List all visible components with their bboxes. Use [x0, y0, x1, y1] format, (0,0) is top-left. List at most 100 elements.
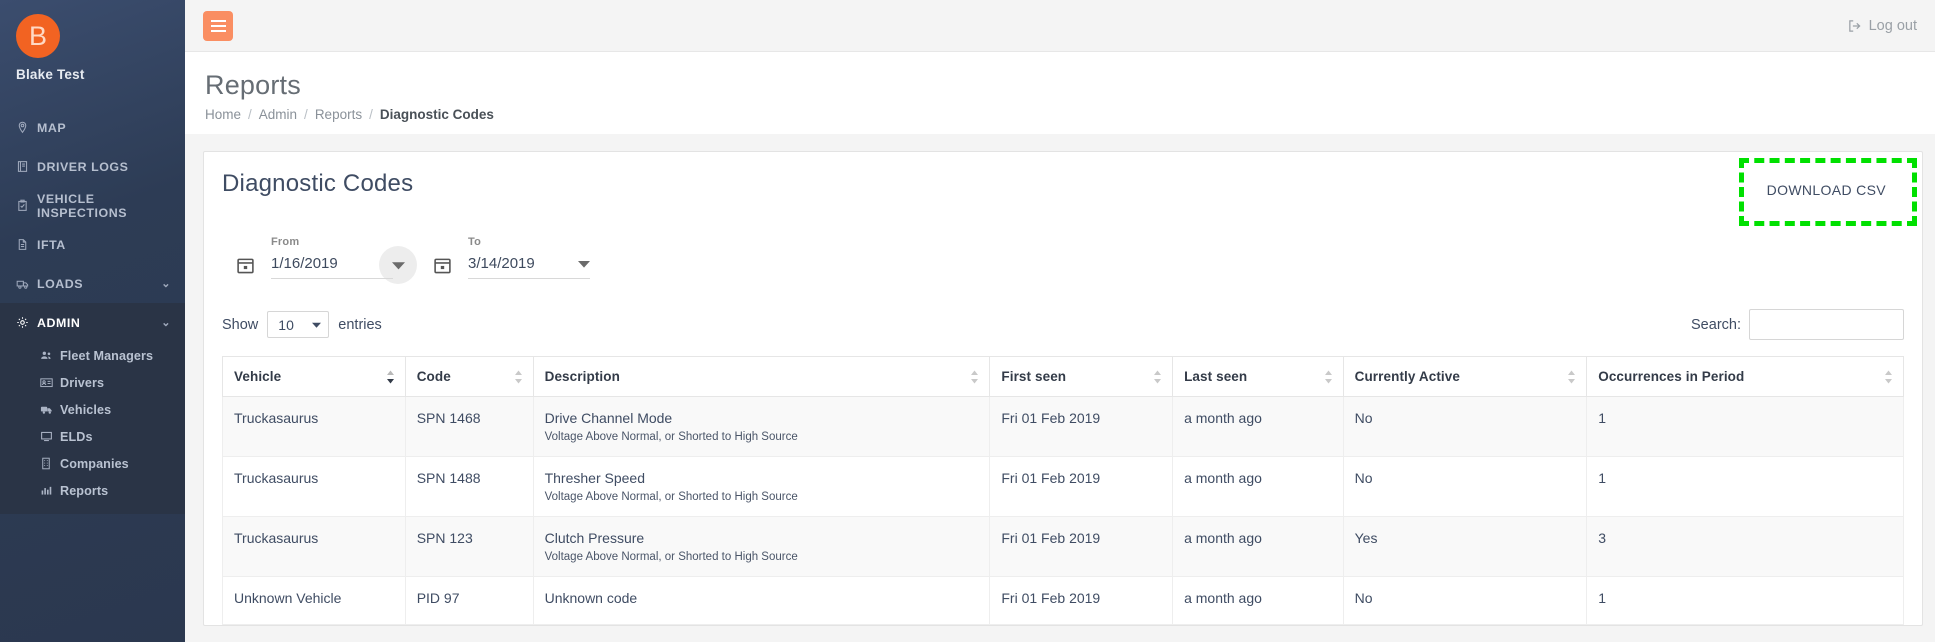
- column-label: Last seen: [1184, 369, 1248, 384]
- main-area: Log out Reports Home / Admin / Reports /…: [185, 0, 1935, 642]
- user-name: Blake Test: [16, 67, 85, 82]
- column-label: Currently Active: [1354, 369, 1460, 384]
- date-to-field: To 3/14/2019: [468, 236, 590, 279]
- column-header-occurrences[interactable]: Occurrences in Period: [1586, 356, 1904, 397]
- sidebar-item-driver-logs[interactable]: DRIVER LOGS: [0, 147, 185, 186]
- sidebar-subitem-label: Vehicles: [60, 402, 112, 417]
- chevron-down-icon[interactable]: ⌄: [161, 316, 171, 329]
- sidebar-item-ifta[interactable]: IFTA: [0, 225, 185, 264]
- chevron-down-icon[interactable]: [578, 260, 590, 268]
- cell-vehicle: Truckasaurus: [222, 396, 406, 457]
- id-card-icon: [40, 376, 60, 389]
- page-size-select[interactable]: 10: [267, 311, 330, 338]
- sidebar-item-vehicles[interactable]: Vehicles: [0, 396, 185, 423]
- sidebar-item-map[interactable]: MAP: [0, 108, 185, 147]
- sort-icon: [1324, 370, 1333, 384]
- sidebar-subitem-label: Fleet Managers: [60, 348, 154, 363]
- column-label: Code: [416, 369, 451, 384]
- sidebar-item-fleet-managers[interactable]: Fleet Managers: [0, 342, 185, 369]
- column-header-description[interactable]: Description: [532, 356, 991, 397]
- card-title: Diagnostic Codes: [222, 170, 414, 197]
- table-row[interactable]: Truckasaurus SPN 123 Clutch Pressure Vol…: [222, 516, 1904, 577]
- cell-code: SPN 1468: [404, 396, 534, 457]
- description-title: Thresher Speed: [544, 470, 645, 486]
- sidebar-item-label: MAP: [37, 120, 67, 135]
- cell-occurrences: 1: [1586, 396, 1904, 457]
- breadcrumb: Home / Admin / Reports / Diagnostic Code…: [205, 107, 1935, 122]
- cell-first-seen: Fri 01 Feb 2019: [989, 396, 1174, 457]
- table-row[interactable]: Unknown Vehicle PID 97 Unknown code Fri …: [222, 576, 1904, 625]
- chevron-down-icon[interactable]: ⌄: [161, 277, 171, 290]
- diagnostic-codes-table: Vehicle Code Description First seen Last…: [222, 356, 1904, 625]
- cell-vehicle: Unknown Vehicle: [222, 576, 406, 625]
- cell-occurrences: 1: [1586, 456, 1904, 517]
- date-to-label: To: [468, 236, 482, 248]
- sort-icon: [1884, 370, 1893, 384]
- cell-description: Drive Channel Mode Voltage Above Normal,…: [532, 396, 991, 457]
- breadcrumb-item-home[interactable]: Home: [205, 107, 241, 122]
- sidebar-item-reports[interactable]: Reports: [0, 477, 185, 504]
- cell-last-seen: a month ago: [1172, 396, 1344, 457]
- cell-code: PID 97: [404, 576, 534, 625]
- column-header-first-seen[interactable]: First seen: [989, 356, 1174, 397]
- diagnostic-codes-card: Diagnostic Codes DOWNLOAD CSV From 1/16/…: [203, 151, 1923, 626]
- sidebar: B Blake Test MAP DRIVER LOGS VEHICLE INS…: [0, 0, 185, 642]
- cell-currently-active: No: [1342, 396, 1588, 457]
- breadcrumb-item-current: Diagnostic Codes: [379, 107, 494, 122]
- card-header: Diagnostic Codes DOWNLOAD CSV: [222, 158, 1917, 226]
- search-input-wrapper: [1749, 309, 1904, 340]
- page-size-value: 10: [278, 316, 294, 333]
- table-body: Truckasaurus SPN 1468 Drive Channel Mode…: [222, 396, 1904, 625]
- cell-occurrences: 1: [1586, 576, 1904, 625]
- sidebar-submenu-admin: Fleet Managers Drivers Vehicles ELDs Com…: [0, 342, 185, 514]
- sidebar-item-loads[interactable]: LOADS ⌄: [0, 264, 185, 303]
- page-header: Reports Home / Admin / Reports / Diagnos…: [185, 52, 1935, 134]
- table-row[interactable]: Truckasaurus SPN 1488 Thresher Speed Vol…: [222, 456, 1904, 517]
- cell-description: Thresher Speed Voltage Above Normal, or …: [532, 456, 991, 517]
- date-from-group: From 1/16/2019: [236, 236, 417, 284]
- date-filter-row: From 1/16/2019 To 3/14/2019: [222, 236, 1904, 284]
- column-header-last-seen[interactable]: Last seen: [1172, 356, 1344, 397]
- building-icon: [40, 457, 60, 470]
- date-from-value: 1/16/2019: [271, 255, 338, 272]
- monitor-icon: [40, 430, 60, 443]
- column-label: First seen: [1001, 369, 1067, 384]
- sort-icon-asc: [386, 370, 395, 384]
- sidebar-item-label: ADMIN: [37, 315, 81, 330]
- cell-last-seen: a month ago: [1172, 576, 1344, 625]
- search-input[interactable]: [1750, 310, 1903, 339]
- sidebar-item-admin[interactable]: ADMIN ⌄: [0, 303, 185, 342]
- sort-icon: [514, 370, 523, 384]
- column-header-vehicle[interactable]: Vehicle: [222, 356, 406, 397]
- cell-last-seen: a month ago: [1172, 516, 1344, 577]
- table-row[interactable]: Truckasaurus SPN 1468 Drive Channel Mode…: [222, 396, 1904, 457]
- column-header-code[interactable]: Code: [404, 356, 534, 397]
- sidebar-item-elds[interactable]: ELDs: [0, 423, 185, 450]
- description-detail: Voltage Above Normal, or Shorted to High…: [544, 491, 798, 503]
- chevron-down-icon: [312, 322, 322, 328]
- cell-code: SPN 1488: [404, 456, 534, 517]
- hamburger-icon[interactable]: [203, 10, 233, 41]
- breadcrumb-item-reports[interactable]: Reports: [315, 107, 362, 122]
- sidebar-item-vehicle-inspections[interactable]: VEHICLE INSPECTIONS: [0, 186, 185, 225]
- calendar-icon[interactable]: [236, 256, 255, 275]
- description-detail: Voltage Above Normal, or Shorted to High…: [544, 551, 798, 563]
- logout-button[interactable]: Log out: [1847, 18, 1917, 34]
- sidebar-item-drivers[interactable]: Drivers: [0, 369, 185, 396]
- sidebar-nav: MAP DRIVER LOGS VEHICLE INSPECTIONS IFTA…: [0, 108, 185, 514]
- file-icon: [16, 238, 33, 251]
- sidebar-brand: B Blake Test: [0, 0, 185, 100]
- breadcrumb-item-admin[interactable]: Admin: [259, 107, 297, 122]
- column-header-currently-active[interactable]: Currently Active: [1342, 356, 1588, 397]
- date-to-value: 3/14/2019: [468, 255, 535, 272]
- date-to-input[interactable]: 3/14/2019: [468, 255, 590, 279]
- clipboard-check-icon: [16, 199, 33, 212]
- download-csv-button[interactable]: DOWNLOAD CSV: [1749, 170, 1904, 210]
- cell-first-seen: Fri 01 Feb 2019: [989, 576, 1174, 625]
- date-from-input[interactable]: 1/16/2019: [271, 255, 393, 279]
- calendar-icon[interactable]: [433, 256, 452, 275]
- sidebar-item-companies[interactable]: Companies: [0, 450, 185, 477]
- date-from-label: From: [271, 236, 300, 248]
- sidebar-subitem-label: ELDs: [60, 429, 93, 444]
- truck-icon: [40, 403, 60, 416]
